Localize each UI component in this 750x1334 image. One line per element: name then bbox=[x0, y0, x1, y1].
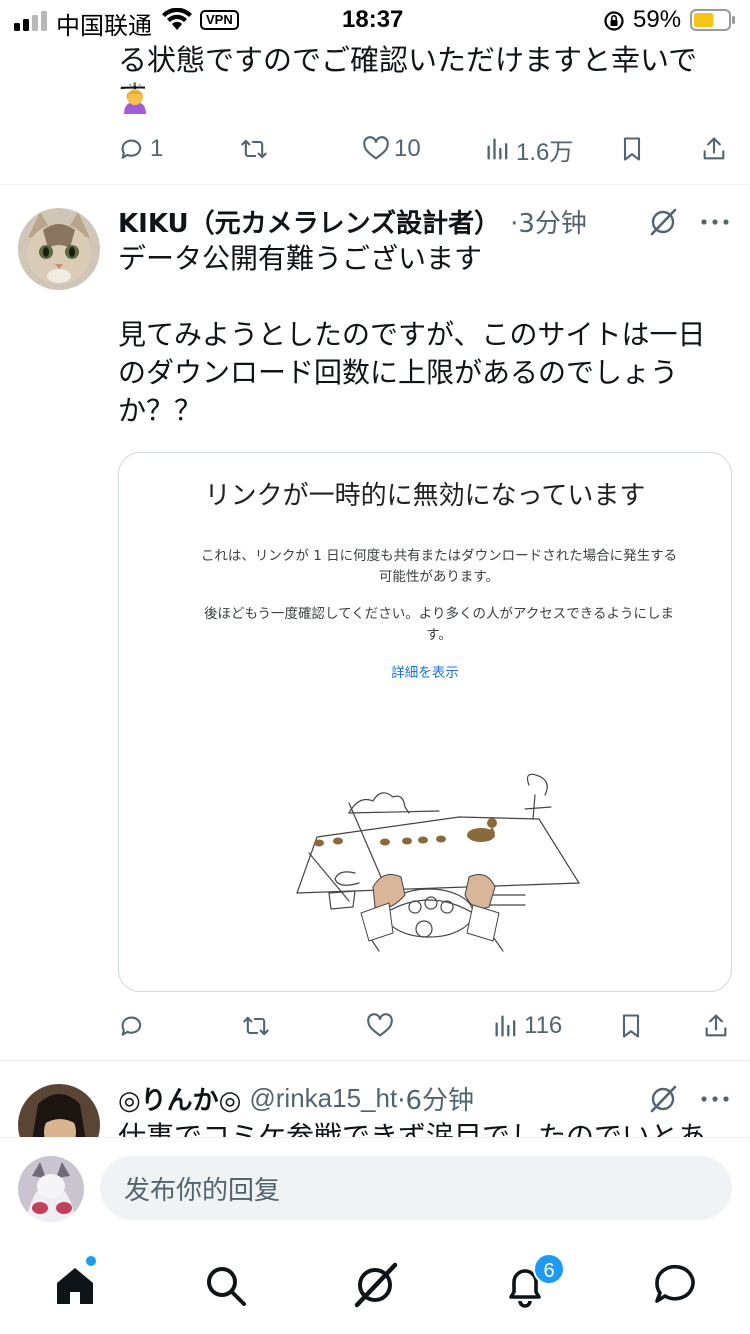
reply-icon bbox=[121, 139, 142, 159]
card-description-2: 後ほどもう一度確認してください。より多くの人がアクセスできるようにします。 bbox=[203, 606, 675, 643]
tab-bar bbox=[0, 1237, 750, 1334]
grok-icon[interactable] bbox=[648, 1084, 678, 1114]
home-icon bbox=[57, 1268, 93, 1304]
tweet-time[interactable]: ·6分钟 bbox=[397, 1080, 474, 1117]
view-count: 116 bbox=[524, 1012, 563, 1039]
battery-percent: 59% bbox=[633, 6, 682, 33]
tab-home[interactable] bbox=[51, 1261, 99, 1309]
reply-count: 1 bbox=[150, 135, 164, 162]
reply-button[interactable]: 1 bbox=[118, 129, 163, 169]
card-description: これは、リンクが 1 日に何度も共有またはダウンロードされた場合に発生する可能性… bbox=[200, 548, 678, 585]
retweet-button[interactable] bbox=[242, 1006, 274, 1046]
rotation-lock-icon bbox=[604, 11, 624, 31]
retweet-icon bbox=[243, 1016, 269, 1036]
previous-tweet-actions: 1 10 1.6万 bbox=[0, 129, 750, 169]
views-chart-icon bbox=[495, 1015, 516, 1037]
like-button[interactable] bbox=[366, 1006, 398, 1046]
share-button[interactable] bbox=[702, 1006, 730, 1046]
divider bbox=[0, 184, 750, 185]
tweet-text: データ公開有難うございます 見てみようとしたのですが、このサイトは一日のダウンロ… bbox=[118, 242, 706, 427]
user-avatar-image bbox=[18, 1156, 84, 1222]
heart-icon bbox=[363, 136, 389, 160]
grok-icon bbox=[354, 1262, 398, 1308]
tab-search[interactable] bbox=[201, 1261, 249, 1309]
like-count: 10 bbox=[394, 135, 421, 162]
author-line: ◎りんか◎ @rinka15_ht ·6分钟 bbox=[118, 1080, 474, 1116]
avatar[interactable] bbox=[18, 208, 100, 290]
author-handle[interactable]: @rinka15_ht bbox=[249, 1083, 397, 1114]
cat-avatar-image bbox=[18, 208, 100, 290]
reply-bar: 发布你的回复 bbox=[0, 1137, 750, 1237]
divider bbox=[0, 1060, 750, 1061]
home-new-dot bbox=[85, 1255, 97, 1267]
link-card[interactable]: リンクが一時的に無効になっています これは、リンクが 1 日に何度も共有またはダ… bbox=[118, 452, 732, 992]
share-icon bbox=[703, 137, 725, 160]
retweet-button[interactable] bbox=[240, 129, 272, 169]
clock: 18:37 bbox=[342, 6, 404, 33]
messages-icon bbox=[655, 1264, 695, 1303]
view-count: 1.6万 bbox=[516, 138, 574, 166]
tweet-time[interactable]: ·3分钟 bbox=[510, 203, 587, 240]
card-title: リンクが一時的に無効になっています bbox=[204, 481, 646, 511]
heart-icon bbox=[367, 1013, 393, 1037]
bookmark-button[interactable] bbox=[618, 129, 646, 169]
ducks-crossing-road-illustration bbox=[296, 773, 581, 952]
author-name[interactable]: KIKU（元カメラレンズ設計者） bbox=[118, 203, 500, 240]
reply-icon bbox=[121, 1016, 142, 1036]
reply-button[interactable] bbox=[118, 1006, 150, 1046]
status-bar: 中国联通 VPN 18:37 59% bbox=[0, 0, 750, 40]
cellular-signal-icon bbox=[14, 11, 47, 31]
share-icon bbox=[705, 1014, 727, 1037]
details-link[interactable]: 詳細を表示 bbox=[119, 661, 731, 681]
author-line: KIKU（元カメラレンズ設計者） ·3分钟 bbox=[118, 203, 587, 239]
more-options-icon[interactable] bbox=[700, 1094, 730, 1104]
bookmark-icon bbox=[623, 137, 641, 161]
more-options-icon[interactable] bbox=[700, 217, 730, 227]
person-bowing-emoji bbox=[124, 82, 146, 114]
my-avatar[interactable] bbox=[18, 1156, 84, 1222]
search-icon bbox=[207, 1267, 246, 1306]
battery-icon bbox=[690, 9, 735, 31]
wifi-icon bbox=[162, 8, 192, 30]
author-name[interactable]: ◎りんか◎ bbox=[118, 1080, 241, 1117]
like-button[interactable]: 10 bbox=[362, 129, 421, 169]
tab-grok[interactable] bbox=[351, 1261, 399, 1309]
previous-tweet-text: る状態ですのでご確認いただけますと幸いです bbox=[118, 43, 698, 113]
reply-input[interactable]: 发布你的回复 bbox=[100, 1156, 732, 1220]
share-button[interactable] bbox=[700, 129, 728, 169]
tab-messages[interactable] bbox=[651, 1261, 699, 1309]
notifications-badge: 6 bbox=[533, 1253, 565, 1285]
carrier-name: 中国联通 bbox=[56, 12, 152, 40]
bookmark-button[interactable] bbox=[617, 1006, 645, 1046]
views-button[interactable]: 116 bbox=[492, 1006, 562, 1046]
vpn-badge: VPN bbox=[200, 10, 239, 30]
grok-icon[interactable] bbox=[648, 207, 678, 237]
bookmark-icon bbox=[622, 1014, 640, 1038]
retweet-icon bbox=[241, 139, 267, 159]
views-chart-icon bbox=[487, 138, 508, 160]
views-button[interactable]: 1.6万 bbox=[484, 129, 573, 169]
tweet-actions: 116 bbox=[0, 1006, 750, 1046]
